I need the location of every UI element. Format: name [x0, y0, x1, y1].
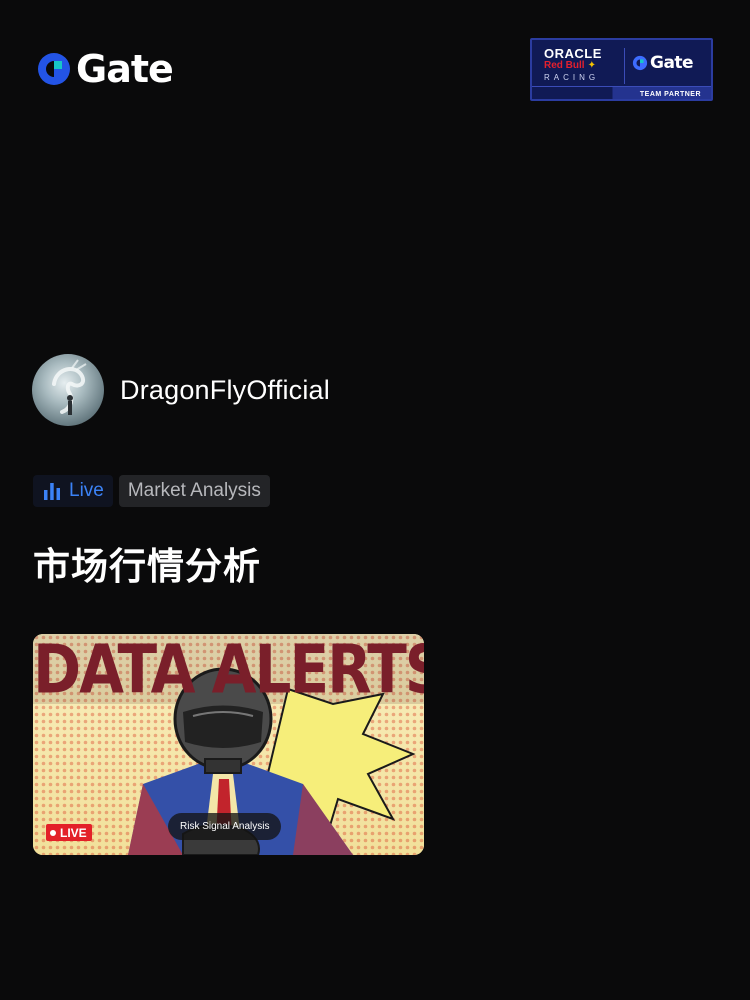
author-name[interactable]: DragonFlyOfficial [120, 375, 330, 406]
category-tag-label: Market Analysis [127, 480, 261, 501]
live-badge-text: LIVE [60, 825, 87, 840]
live-badge: LIVE [46, 824, 92, 841]
avatar[interactable] [32, 354, 104, 426]
bull-icon: ✦ [587, 60, 596, 71]
stream-card[interactable]: DATA ALERTSK LIVE Risk Signal Analysis [33, 634, 424, 855]
category-tag[interactable]: Market Analysis [118, 475, 270, 507]
racing-label: RACING [544, 73, 600, 82]
oracle-label: ORACLE [544, 46, 602, 61]
logo-text: Gate [76, 47, 174, 91]
partner-gate-logo: Gate [632, 53, 694, 73]
post-title: 市场行情分析 [33, 545, 261, 588]
bar-chart-icon [44, 483, 60, 500]
gate-logo[interactable]: Gate [36, 47, 174, 91]
partner-badge: ORACLE Red Bull ✦ RACING Gate TEAM PARTN… [530, 38, 713, 101]
stream-banner-text: DATA ALERTSK [33, 634, 424, 709]
tag-row: Live Market Analysis [33, 475, 270, 507]
author-row[interactable]: DragonFlyOfficial [32, 354, 330, 426]
live-tag-label: Live [69, 480, 104, 501]
partner-gate-text: Gate [650, 53, 694, 73]
dragon-avatar-icon [52, 359, 87, 415]
stream-caption: Risk Signal Analysis [168, 813, 282, 840]
gate-mini-icon [632, 55, 648, 71]
live-tag[interactable]: Live [33, 475, 113, 507]
redbull-text: Red Bull [544, 60, 585, 71]
live-dot-icon [50, 829, 56, 836]
gate-logo-icon [38, 53, 70, 85]
redbull-label: Red Bull ✦ [544, 60, 596, 71]
badge-divider [624, 48, 625, 84]
team-partner-label: TEAM PARTNER [639, 91, 701, 98]
